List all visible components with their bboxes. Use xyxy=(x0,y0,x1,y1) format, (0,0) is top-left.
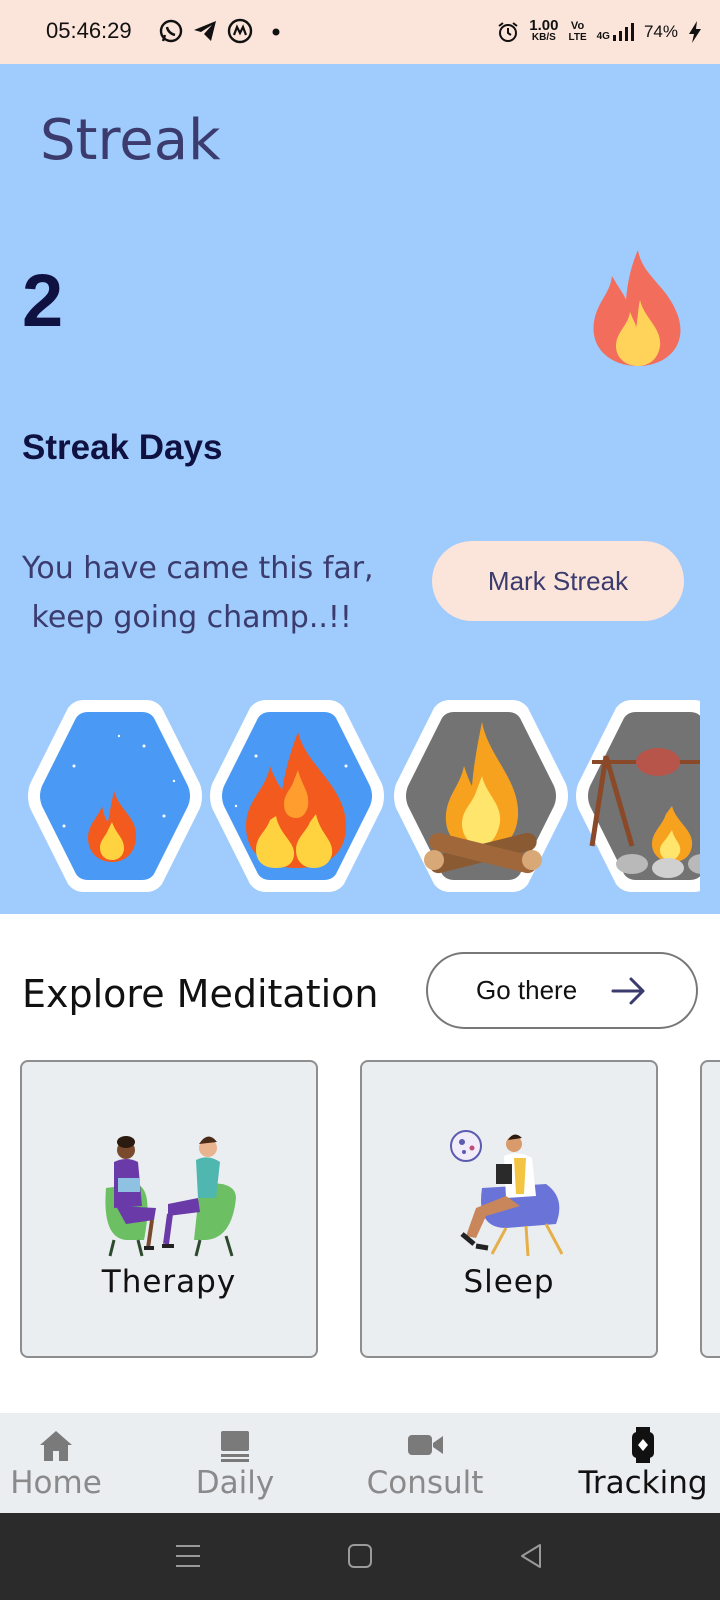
badge-small-flame-icon[interactable] xyxy=(24,696,206,896)
go-there-label: Go there xyxy=(476,975,578,1005)
nav-label-daily: Daily xyxy=(195,1465,275,1501)
signal-icon xyxy=(612,23,634,41)
status-bar: 05:46:29 1.00 KB/S Vo LTE 4G 74% xyxy=(0,0,720,64)
telegram-icon xyxy=(194,21,216,41)
card-next-partial[interactable] xyxy=(700,1060,720,1358)
card-therapy[interactable]: Therapy xyxy=(20,1060,318,1358)
bottom-navigation: Home Daily Consult Tracking xyxy=(0,1413,720,1513)
arrow-right-icon xyxy=(611,977,645,1004)
therapy-illustration-icon xyxy=(105,1136,236,1257)
nav-label-home: Home xyxy=(10,1465,102,1501)
daily-icon xyxy=(221,1431,249,1462)
fire-icon xyxy=(593,250,681,366)
streak-badges-row[interactable] xyxy=(0,696,700,896)
card-sleep-label: Sleep xyxy=(463,1264,555,1300)
nav-item-tracking[interactable]: Tracking xyxy=(566,1413,720,1513)
mark-streak-button[interactable]: Mark Streak xyxy=(432,541,684,621)
battery-percent: 74% xyxy=(643,22,678,41)
nav-label-tracking: Tracking xyxy=(578,1465,708,1501)
coin-app-icon xyxy=(227,18,253,44)
video-camera-icon xyxy=(408,1435,443,1455)
volte-top: Vo xyxy=(570,20,585,32)
network-type: 4G xyxy=(596,31,610,42)
net-speed-value: 1.00 xyxy=(529,17,559,34)
status-time: 05:46:29 xyxy=(46,18,132,43)
meditation-cards-row: Therapy Sleep xyxy=(0,1060,720,1360)
charging-icon xyxy=(689,21,701,43)
card-sleep[interactable]: Sleep xyxy=(360,1060,658,1358)
nav-item-consult[interactable]: Consult xyxy=(350,1413,500,1513)
net-speed: 1.00 KB/S xyxy=(529,17,559,44)
net-speed-unit: KB/S xyxy=(531,32,556,43)
streak-count: 2 xyxy=(22,259,64,342)
volte-bottom: LTE xyxy=(568,32,587,43)
alarm-icon xyxy=(498,22,518,42)
nav-item-daily[interactable]: Daily xyxy=(180,1413,290,1513)
nav-item-home[interactable]: Home xyxy=(0,1413,112,1513)
sleep-illustration-icon xyxy=(450,1130,564,1257)
go-there-button[interactable]: Go there xyxy=(426,952,698,1029)
back-icon[interactable] xyxy=(518,1543,544,1569)
dot-icon xyxy=(272,28,280,36)
badge-roast-fire-icon[interactable] xyxy=(572,696,700,896)
badge-campfire-icon[interactable] xyxy=(390,696,572,896)
recent-apps-icon[interactable] xyxy=(174,1543,202,1569)
nav-label-consult: Consult xyxy=(366,1465,484,1501)
page-title: Streak xyxy=(40,108,221,173)
explore-meditation-title: Explore Meditation xyxy=(22,972,379,1016)
network-indicator: 4G xyxy=(597,22,634,42)
home-icon xyxy=(40,1431,72,1461)
whatsapp-icon xyxy=(159,19,183,43)
card-therapy-label: Therapy xyxy=(101,1264,237,1300)
system-navigation-bar xyxy=(0,1513,720,1600)
badge-big-flame-icon[interactable] xyxy=(206,696,388,896)
home-button-icon[interactable] xyxy=(347,1543,373,1569)
status-right-cluster: 1.00 KB/S Vo LTE 4G 74% xyxy=(497,14,702,50)
smartwatch-icon xyxy=(632,1427,654,1463)
streak-days-label: Streak Days xyxy=(22,428,223,467)
motivation-text: You have came this far, keep going champ… xyxy=(22,551,374,635)
volte-indicator: Vo LTE xyxy=(568,20,587,44)
